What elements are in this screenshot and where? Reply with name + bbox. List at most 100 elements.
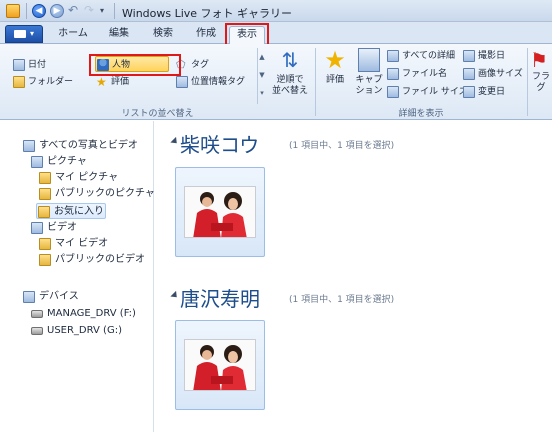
group-name: 唐沢寿明	[180, 287, 260, 311]
caption-icon	[358, 48, 380, 72]
date-taken-label: 撮影日	[478, 51, 506, 61]
photo-thumbnail[interactable]	[175, 320, 265, 410]
nav-label: デバイス	[39, 291, 79, 302]
nav-videos[interactable]: ビデオ	[30, 220, 77, 236]
sort-by-date-button[interactable]: 日付	[12, 57, 46, 73]
photo-illustration	[185, 340, 255, 390]
library-icon	[23, 140, 35, 152]
image-size-label: 画像サイズ	[478, 69, 523, 79]
title-bar: ◀ ▶ ↶ ↷ ▾ Windows Live フォト ギャラリー	[0, 0, 552, 22]
nav-label: パブリックのビデオ	[55, 254, 145, 265]
qat-separator	[26, 3, 27, 19]
date-modified-label: 変更日	[478, 87, 506, 97]
show-rating-label: 評価	[325, 75, 344, 85]
nav-label: USER_DRV (G:)	[47, 325, 122, 336]
star-icon: ★	[324, 46, 346, 74]
nav-pictures[interactable]: ピクチャ	[30, 154, 87, 170]
image-size-button[interactable]: 画像サイズ	[462, 66, 523, 82]
nav-favorites[interactable]: お気に入り	[36, 203, 106, 219]
folder-icon	[39, 188, 51, 200]
window-title: Windows Live フォト ギャラリー	[122, 7, 293, 20]
file-menu-button[interactable]: ▾	[5, 25, 43, 43]
sort-folder-label: フォルダー	[28, 77, 74, 87]
group-count: (1 項目中、1 項目を選択)	[289, 141, 395, 151]
sort-rating-label: 評価	[111, 77, 130, 87]
group-name: 柴咲コウ	[180, 133, 260, 157]
show-rating-button[interactable]: ★ 評価	[318, 48, 352, 86]
geotag-icon	[176, 76, 188, 88]
ribbon-tab-bar: ▾ ホーム 編集 検索 作成 表示	[0, 22, 552, 44]
nav-devices[interactable]: デバイス	[22, 289, 79, 305]
sort-date-label: 日付	[28, 60, 47, 70]
nav-public-videos[interactable]: パブリックのビデオ	[38, 252, 145, 268]
nav-label: マイ ピクチャ	[55, 172, 119, 183]
nav-label: マイ ビデオ	[55, 238, 109, 249]
chevron-down-icon: ▾	[30, 29, 35, 38]
flag-button[interactable]: ⚑ フラグ	[530, 48, 552, 94]
nav-label: お気に入り	[54, 206, 104, 217]
device-icon	[23, 291, 35, 303]
file-size-icon	[387, 86, 399, 98]
back-button[interactable]: ◀	[32, 4, 46, 18]
nav-label: ピクチャ	[47, 156, 87, 167]
nav-user-drive[interactable]: USER_DRV (G:)	[30, 323, 122, 339]
reverse-sort-button[interactable]: ⇅ 逆順で 並べ替え	[268, 48, 312, 97]
flag-icon: ⚑	[530, 48, 548, 72]
file-size-button[interactable]: ファイル サイズ	[386, 84, 468, 100]
library-icon	[31, 156, 43, 168]
flag-label: フラグ	[531, 72, 550, 93]
photo-image	[184, 339, 256, 391]
nav-public-pictures[interactable]: パブリックのピクチャ	[38, 186, 155, 202]
sort-tag-label: タグ	[191, 60, 210, 70]
nav-manage-drive[interactable]: MANAGE_DRV (F:)	[30, 306, 136, 322]
sort-geotag-label: 位置情報タグ	[191, 77, 246, 87]
nav-label: ビデオ	[47, 222, 77, 233]
people-highlight-box	[89, 54, 181, 76]
file-name-label: ファイル名	[402, 69, 448, 79]
undo-icon[interactable]: ↶	[68, 4, 82, 18]
file-name-icon	[387, 68, 399, 80]
all-details-button[interactable]: すべての詳細	[386, 48, 455, 64]
forward-button[interactable]: ▶	[50, 4, 64, 18]
nav-label: パブリックのピクチャ	[55, 188, 155, 199]
date-modified-icon	[463, 86, 475, 98]
group-count: (1 項目中、1 項目を選択)	[289, 295, 395, 305]
photo-content-area: 柴咲コウ (1 項目中、1 項目を選択) 唐沢寿明 (1 項目中、1 項目を選択…	[155, 121, 552, 432]
date-taken-icon	[463, 50, 475, 62]
sort-gallery-scroll[interactable]: ▲ ▼ ▾	[257, 48, 266, 104]
folder-icon	[38, 206, 50, 218]
photo-thumbnail[interactable]	[175, 167, 265, 257]
show-caption-button[interactable]: キャプ ション	[354, 48, 384, 97]
redo-icon[interactable]: ↷	[84, 4, 98, 18]
nav-all-photos[interactable]: すべての写真とビデオ	[22, 138, 138, 154]
quick-access-dropdown-icon[interactable]: ▾	[100, 4, 114, 18]
date-modified-button[interactable]: 変更日	[462, 84, 505, 100]
tab-search[interactable]: 検索	[145, 26, 181, 44]
sort-by-folder-button[interactable]: フォルダー	[12, 74, 73, 90]
file-size-label: ファイル サイズ	[402, 87, 468, 97]
sort-by-rating-button[interactable]: ★ 評価	[95, 74, 129, 90]
star-icon: ★	[96, 75, 107, 89]
tab-create[interactable]: 作成	[188, 26, 224, 44]
menu-icon	[14, 30, 26, 38]
file-name-button[interactable]: ファイル名	[386, 66, 447, 82]
collapse-icon[interactable]	[170, 290, 180, 301]
tab-home[interactable]: ホーム	[55, 26, 91, 44]
drive-icon	[31, 310, 43, 318]
sort-by-geotag-button[interactable]: 位置情報タグ	[175, 74, 245, 90]
sort-group-label: リストの並べ替え	[121, 109, 194, 119]
nav-my-videos[interactable]: マイ ビデオ	[38, 236, 108, 252]
nav-my-pictures[interactable]: マイ ピクチャ	[38, 170, 118, 186]
folder-icon	[39, 254, 51, 266]
ribbon-separator	[527, 48, 528, 116]
reverse-sort-icon: ⇅	[281, 48, 299, 72]
navigation-pane: すべての写真とビデオ ピクチャ マイ ピクチャ パブリックのピクチャ お気に入り…	[0, 121, 155, 432]
date-taken-button[interactable]: 撮影日	[462, 48, 505, 64]
image-size-icon	[463, 68, 475, 80]
folder-icon	[39, 238, 51, 250]
drive-icon	[31, 327, 43, 335]
collapse-icon[interactable]	[170, 136, 180, 147]
app-icon[interactable]	[6, 4, 20, 18]
photo-image	[184, 186, 256, 238]
tab-edit[interactable]: 編集	[101, 26, 137, 44]
